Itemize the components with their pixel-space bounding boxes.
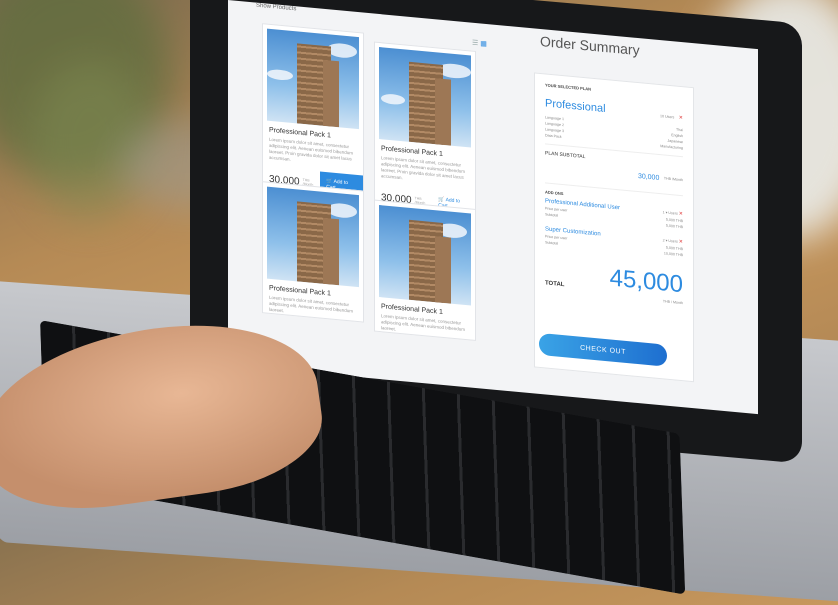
total-label: TOTAL <box>545 280 565 289</box>
grid-view-icon[interactable]: ▦ <box>480 40 487 48</box>
addon-qty-stepper[interactable]: 1 <box>663 210 665 214</box>
language-label: Language 2 <box>545 121 564 128</box>
data-pack-value: Manufacturing <box>660 144 683 151</box>
product-grid: Professional Pack 1 Lorem ipsum dolor si… <box>262 23 502 342</box>
product-card: Professional Pack 1 Lorem ipsum dolor si… <box>262 181 364 323</box>
checkout-button[interactable]: CHECK OUT <box>539 332 667 367</box>
product-image <box>379 205 471 306</box>
addon-subtotal: 5,000 THB <box>665 223 683 230</box>
remove-plan-icon[interactable]: ✕ <box>679 115 683 121</box>
language-value: Japanese <box>667 138 683 145</box>
product-card: Professional Pack 1 Lorem ipsum dolor si… <box>374 199 476 342</box>
order-summary-panel: YOUR SELECTED PLAN Professional 10 Users… <box>534 72 694 383</box>
remove-addon-icon[interactable]: ✕ <box>679 239 683 245</box>
language-value: English <box>671 133 683 139</box>
language-label: Language 3 <box>545 127 564 134</box>
language-label: Language 1 <box>545 115 564 122</box>
plan-users: 10 Users <box>659 114 675 120</box>
addon-subtotal: 10,000 THB <box>663 251 683 258</box>
addon-unit: Users <box>668 238 678 244</box>
remove-addon-icon[interactable]: ✕ <box>679 211 683 217</box>
addon-subtotal-label: Subtotal <box>545 240 559 246</box>
addon-price-label: Price per user <box>545 206 568 213</box>
order-summary-title: Order Summary <box>540 32 640 59</box>
total-unit: THB / Month <box>662 299 683 306</box>
product-description: Lorem ipsum dolor sit amet, consectetur … <box>381 155 466 181</box>
plan-subtotal-value: 30,000 <box>637 172 660 182</box>
list-view-icon[interactable]: ☰ <box>472 40 478 48</box>
addon-price: 5,000 THB <box>665 245 683 252</box>
data-pack-label: Data Pack <box>545 133 562 139</box>
product-image <box>379 47 471 148</box>
addon-price-label: Price per user <box>545 234 568 241</box>
product-image <box>267 28 359 130</box>
product-card: Professional Pack 1 Lorem ipsum dolor si… <box>262 23 364 205</box>
language-value: Thai <box>676 127 683 133</box>
product-image <box>267 186 359 288</box>
product-description: Lorem ipsum dolor sit amet, consectetur … <box>269 136 354 162</box>
plan-name: Professional <box>545 97 606 116</box>
product-card: Professional Pack 1 Lorem ipsum dolor si… <box>374 41 476 224</box>
addon-qty-stepper[interactable]: 2 <box>663 238 665 242</box>
addon-price: 5,000 THB <box>665 217 683 224</box>
addon-unit: Users <box>668 210 678 216</box>
total-value: 45,000 <box>609 264 683 299</box>
laptop-screen: Show Products ☰ ▦ Professional Pack 1 Lo… <box>228 0 758 415</box>
view-toggle: ☰ ▦ <box>472 39 487 48</box>
addon-subtotal-label: Subtotal <box>545 212 559 218</box>
plan-subtotal-unit: THB /Month <box>663 176 683 183</box>
